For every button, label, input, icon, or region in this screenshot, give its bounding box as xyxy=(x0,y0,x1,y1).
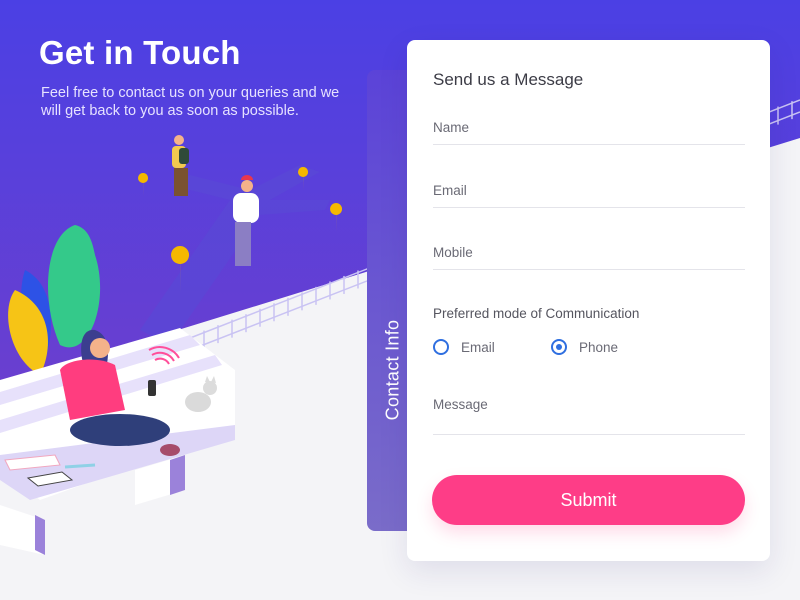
form-title: Send us a Message xyxy=(433,70,584,89)
preferred-mode-label: Preferred mode of Communication xyxy=(433,306,640,321)
message-input[interactable] xyxy=(433,397,745,435)
radio-email[interactable]: Email xyxy=(433,339,495,355)
radio-email-circle[interactable] xyxy=(433,339,449,355)
email-field-wrapper xyxy=(433,182,745,208)
name-input[interactable] xyxy=(433,120,745,145)
submit-button[interactable]: Submit xyxy=(432,475,745,525)
name-field-wrapper xyxy=(433,119,745,145)
email-input[interactable] xyxy=(433,183,745,208)
page-subtitle: Feel free to contact us on your queries … xyxy=(41,85,340,119)
radio-phone[interactable]: Phone xyxy=(551,339,618,355)
mobile-input[interactable] xyxy=(433,245,745,270)
message-field-wrapper xyxy=(433,397,745,440)
radio-phone-label: Phone xyxy=(579,339,619,355)
contact-info-tab-label: Contact Info xyxy=(382,319,403,421)
mobile-field-wrapper xyxy=(433,244,745,270)
radio-phone-circle[interactable] xyxy=(551,339,567,355)
contact-form-card: Send us a Message Preferred mode of Comm… xyxy=(407,40,770,561)
page-title: Get in Touch xyxy=(39,34,241,71)
radio-email-label: Email xyxy=(461,339,495,355)
